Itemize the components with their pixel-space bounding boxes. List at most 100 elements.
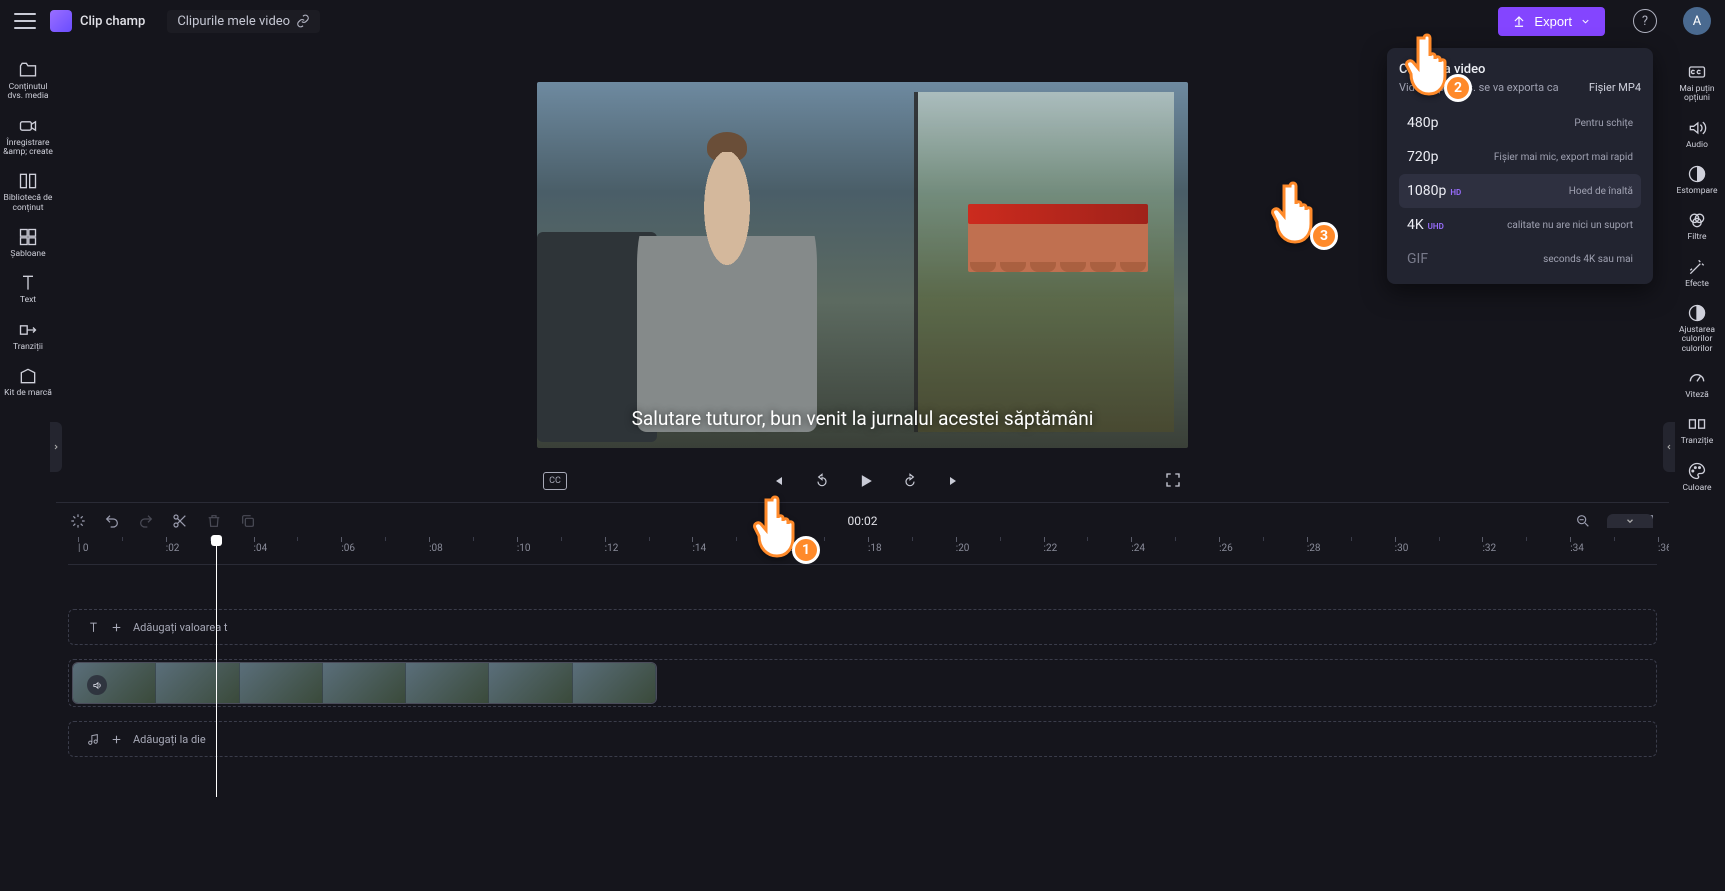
breadcrumb[interactable]: Clipurile mele video [167,10,320,33]
sidebar-item-text[interactable]: Text [1,267,55,311]
play-icon [856,471,876,491]
timeline-collapse[interactable] [1607,514,1653,528]
quality-option-1080p[interactable]: 1080pHD Hoed de înaltă [1399,174,1641,208]
quality-desc: Pentru schițe [1574,118,1633,129]
sidebar-item-templates[interactable]: Șabloane [1,221,55,265]
sidebar-item-effects[interactable]: Efecte [1670,251,1724,295]
export-button-label: Export [1534,14,1572,29]
play-button[interactable] [855,470,877,492]
menu-icon[interactable] [14,13,36,29]
rewind-icon [814,473,830,489]
text-track[interactable]: Adăugați valoarea t [68,609,1657,645]
left-sidebar: Conținutul dvs. media Înregistrare &amp;… [0,42,56,891]
cc-toggle[interactable]: CC [543,472,567,490]
skip-start-icon [770,473,786,489]
video-clip[interactable] [72,662,657,704]
sidebar-item-label: Bibliotecă de conținut [1,194,55,213]
zoom-out-button[interactable] [1573,511,1593,531]
duplicate-button[interactable] [238,511,258,531]
fullscreen-button[interactable] [1164,471,1182,492]
folder-icon [18,60,38,80]
scissors-icon [172,513,188,529]
sparkle-icon [70,513,86,529]
forward-button[interactable] [899,470,921,492]
skip-end-icon [946,473,962,489]
sidebar-item-speed[interactable]: Viteză [1670,362,1724,406]
right-expander[interactable] [1663,422,1675,472]
video-track[interactable] [68,659,1657,707]
preview-canvas[interactable]: Salutare tuturor, bun venit la jurnalul … [537,82,1188,448]
chevron-left-icon [1665,442,1673,452]
palette-icon [1687,461,1707,481]
quality-name: 720p [1407,149,1438,165]
sidebar-item-transition[interactable]: Tranziție [1670,408,1724,452]
undo-button[interactable] [102,511,122,531]
sidebar-item-media[interactable]: Conținutul dvs. media [1,54,55,108]
quality-name: 1080p [1407,183,1446,199]
plus-icon [110,621,123,634]
sidebar-item-label: Ajustarea culorilor culorilor [1670,326,1724,354]
sidebar-item-label: Viteză [1685,391,1709,400]
playhead[interactable] [216,537,217,797]
quality-option-4k[interactable]: 4KUHD calitate nu are nici un suport [1399,208,1641,242]
avatar[interactable]: A [1683,7,1711,35]
skip-end-button[interactable] [943,470,965,492]
filter-icon [1687,210,1707,230]
chain-icon [296,14,310,28]
export-button[interactable]: Export [1498,7,1605,36]
sidebar-item-captions[interactable]: Mai puțin opțiuni [1670,56,1724,110]
quality-name: 4K [1407,217,1424,233]
split-button[interactable] [170,511,190,531]
help-button[interactable]: ? [1633,9,1657,33]
copy-icon [240,513,256,529]
quality-option-720p[interactable]: 720p Fișier mai mic, export mai rapid [1399,140,1641,174]
quality-badge: HD [1450,188,1461,197]
delete-button[interactable] [204,511,224,531]
skip-start-button[interactable] [767,470,789,492]
audio-track-label: Adăugați la die [133,733,206,746]
quality-option-480p[interactable]: 480p Pentru schițe [1399,106,1641,140]
popover-format: Fișier MP4 [1589,81,1641,94]
library-icon [18,171,38,191]
quality-desc: seconds 4K sau mai [1543,254,1633,265]
sidebar-item-fade[interactable]: Estompare [1670,158,1724,202]
clip-audio-icon[interactable] [87,675,107,695]
transition-icon [18,320,38,340]
brand: Clip champ [50,10,145,32]
music-icon [87,733,100,746]
gauge-icon [1687,368,1707,388]
sidebar-item-label: Șabloane [10,250,45,259]
fade-icon [1687,164,1707,184]
export-quality-popover: Calitatea video Videoclipul dvs. se va e… [1387,48,1653,284]
zoom-out-icon [1575,513,1591,529]
sidebar-item-label: Audio [1686,141,1708,150]
sidebar-item-filters[interactable]: Filtre [1670,204,1724,248]
text-track-label: Adăugați valoarea t [133,621,228,634]
quality-name: 480p [1407,115,1438,131]
sidebar-item-label: Estompare [1677,187,1718,196]
quality-desc: Fișier mai mic, export mai rapid [1494,152,1633,163]
speaker-icon [1687,118,1707,138]
wand-icon [1687,257,1707,277]
audio-track[interactable]: Adăugați la die [68,721,1657,757]
sidebar-item-brandkit[interactable]: Kit de marcă [1,360,55,404]
sidebar-item-library[interactable]: Bibliotecă de conținut [1,165,55,219]
brand-logo [50,10,72,32]
timecode: 00:02 [848,514,878,528]
timeline-ruler[interactable]: | 0:02:04:06:08:10:12:14:16:18:20:22:24:… [68,537,1657,565]
sidebar-item-audio[interactable]: Audio [1670,112,1724,156]
sidebar-item-record[interactable]: Înregistrare &amp; create [1,110,55,164]
grid-icon [18,227,38,247]
sidebar-item-coloradjust[interactable]: Ajustarea culorilor culorilor [1670,297,1724,360]
quality-desc: calitate nu are nici un suport [1507,220,1633,231]
quality-option-gif[interactable]: GIF seconds 4K sau mai [1399,242,1641,276]
rewind-button[interactable] [811,470,833,492]
sidebar-item-color[interactable]: Culoare [1670,455,1724,499]
sidebar-item-transitions[interactable]: Tranziții [1,314,55,358]
redo-button[interactable] [136,511,156,531]
popover-title: Calitatea video [1399,62,1641,77]
right-sidebar: Mai puțin opțiuni Audio Estompare Filtre… [1669,42,1725,891]
magic-button[interactable] [68,511,88,531]
left-expander[interactable] [50,422,62,472]
sidebar-item-label: Conținutul dvs. media [1,83,55,102]
